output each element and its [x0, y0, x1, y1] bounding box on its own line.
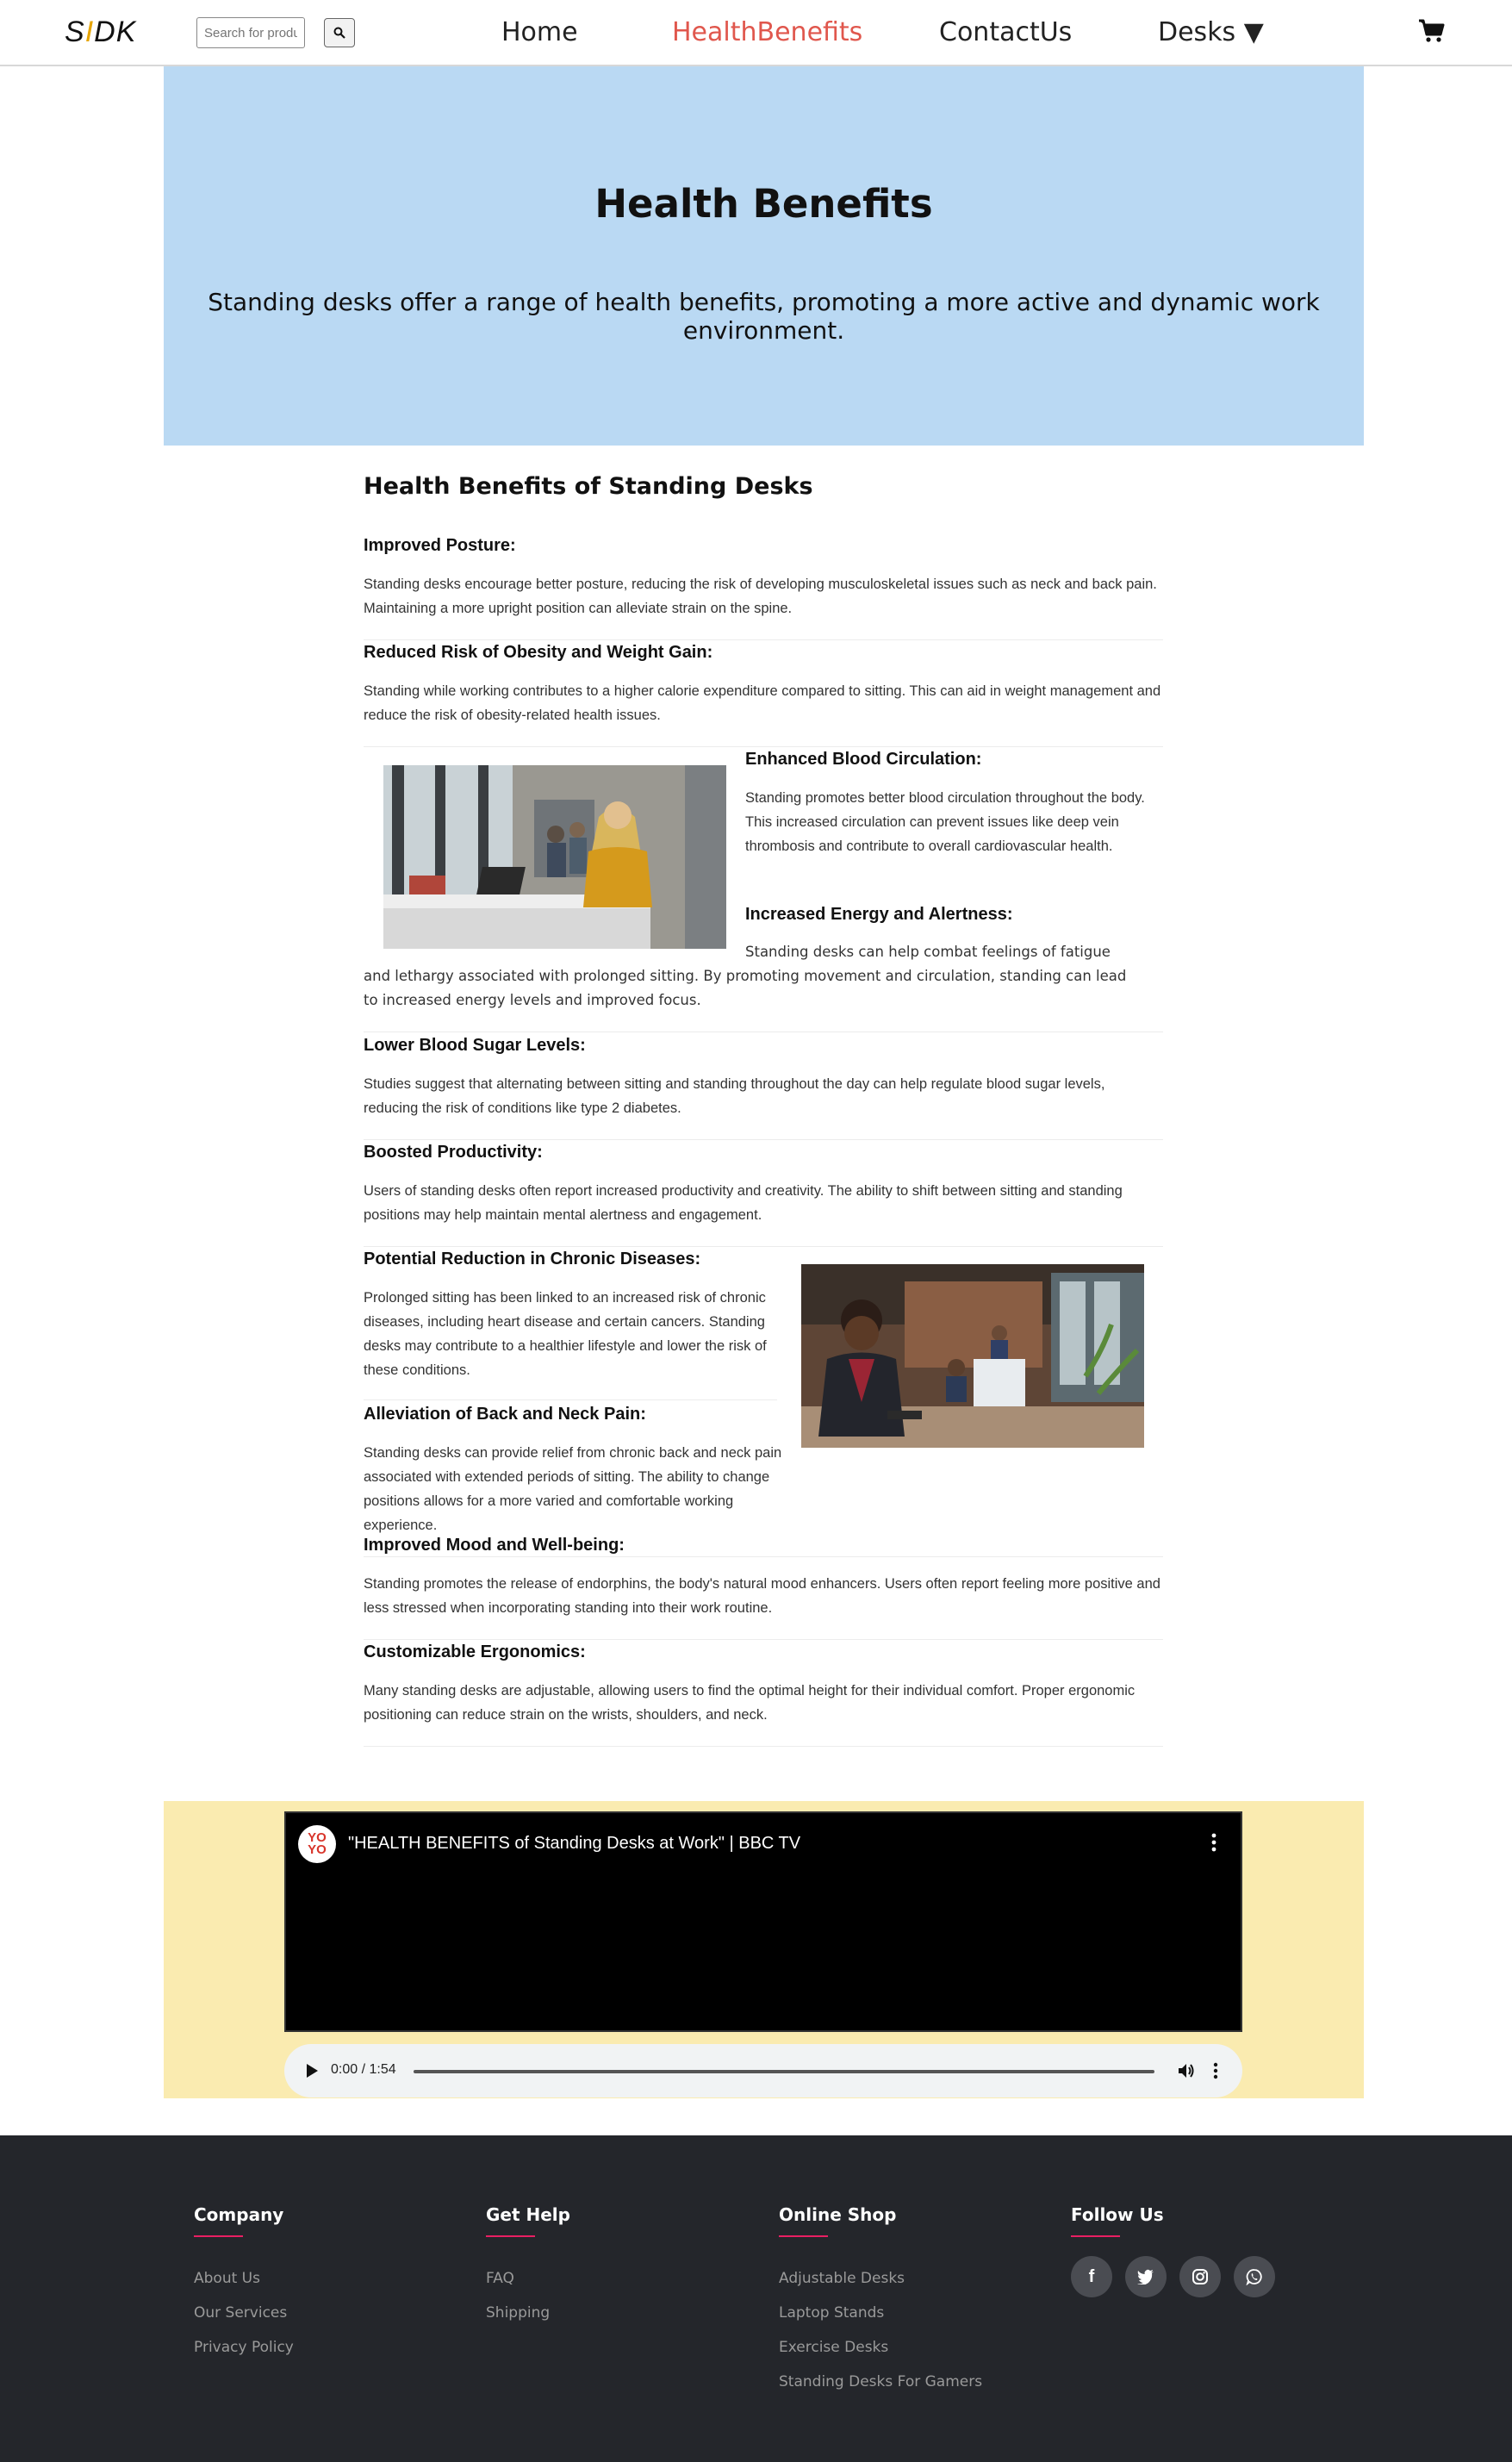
benefit-title: Alleviation of Back and Neck Pain: [364, 1405, 646, 1424]
benefit-section-obesity: Reduced Risk of Obesity and Weight Gain:… [364, 641, 1163, 747]
benefit-section-ergonomics: Customizable Ergonomics: Many standing d… [364, 1641, 1163, 1747]
search-input[interactable] [196, 17, 305, 48]
cart-icon[interactable] [1418, 17, 1446, 45]
footer-col-get-help: Get Help FAQ Shipping [486, 2204, 570, 2330]
media-controls: 0:00 / 1:54 [284, 2044, 1242, 2097]
nav-health-benefits[interactable]: HealthBenefits [672, 17, 862, 47]
benefit-title: Boosted Productivity: [364, 1143, 543, 1162]
benefit-title: Improved Mood and Well-being: [364, 1536, 625, 1555]
benefit-section-energy-title: Increased Energy and Alertness: [745, 903, 1163, 941]
benefit-text: Standing promotes better blood circulati… [745, 790, 1145, 854]
benefit-text: Standing desks can help combat feelings … [364, 944, 1127, 1008]
footer-link-adjustable-desks[interactable]: Adjustable Desks [779, 2261, 982, 2296]
footer-link-about-us[interactable]: About Us [194, 2261, 294, 2296]
site-footer: Company About Us Our Services Privacy Po… [0, 2135, 1512, 2462]
logo-letters-dk: DK [94, 16, 137, 48]
footer-link-shipping[interactable]: Shipping [486, 2296, 570, 2330]
kebab-menu-icon[interactable] [1211, 1832, 1216, 1853]
benefit-text: Users of standing desks often report inc… [364, 1183, 1123, 1223]
benefit-text: Studies suggest that alternating between… [364, 1076, 1105, 1116]
footer-col-title: Get Help [486, 2204, 570, 2225]
benefit-section-chronic-diseases: Potential Reduction in Chronic Diseases:… [364, 1248, 777, 1400]
social-links: f [1071, 2256, 1275, 2297]
footer-col-title: Follow Us [1071, 2204, 1164, 2225]
footer-link-privacy-policy[interactable]: Privacy Policy [194, 2330, 294, 2365]
footer-link-laptop-stands[interactable]: Laptop Stands [779, 2296, 982, 2330]
benefit-title: Enhanced Blood Circulation: [745, 750, 982, 769]
search-button[interactable] [324, 18, 355, 47]
benefit-text: Many standing desks are adjustable, allo… [364, 1683, 1136, 1723]
nav-home[interactable]: Home [501, 17, 578, 47]
search-icon [333, 27, 345, 39]
whatsapp-icon[interactable] [1234, 2256, 1275, 2297]
benefit-section-productivity: Boosted Productivity: Users of standing … [364, 1141, 1163, 1247]
footer-col-follow-us: Follow Us f [1071, 2204, 1275, 2297]
footer-col-title: Company [194, 2204, 284, 2225]
benefit-section-mood: Improved Mood and Well-being: Standing p… [364, 1534, 1163, 1640]
facebook-icon[interactable]: f [1071, 2256, 1112, 2297]
benefits-heading: Health Benefits of Standing Desks [364, 473, 813, 500]
navbar: SIDK Home HealthBenefits ContactUs Desks… [0, 0, 1512, 66]
footer-col-online-shop: Online Shop Adjustable Desks Laptop Stan… [779, 2204, 982, 2399]
footer-underline [486, 2235, 535, 2237]
channel-avatar[interactable]: YO YO [298, 1825, 336, 1863]
footer-link-exercise-desks[interactable]: Exercise Desks [779, 2330, 982, 2365]
footer-col-title: Online Shop [779, 2204, 897, 2225]
benefit-text: Standing promotes the release of endorph… [364, 1576, 1160, 1616]
nav-desks-dropdown[interactable]: Desks ▼ [1158, 17, 1264, 47]
benefit-text: Prolonged sitting has been linked to an … [364, 1290, 767, 1378]
logo-letter-i: I [84, 16, 95, 48]
footer-underline [194, 2235, 243, 2237]
benefit-title: Potential Reduction in Chronic Diseases: [364, 1250, 701, 1268]
video-title[interactable]: "HEALTH BENEFITS of Standing Desks at Wo… [348, 1834, 800, 1854]
logo-letter-s: S [65, 16, 85, 48]
benefit-text: Standing desks can provide relief from c… [364, 1445, 782, 1533]
instagram-icon[interactable] [1179, 2256, 1221, 2297]
footer-underline [1071, 2235, 1120, 2237]
hero-subtitle: Standing desks offer a range of health b… [208, 288, 1320, 345]
footer-col-company: Company About Us Our Services Privacy Po… [194, 2204, 294, 2365]
twitter-icon[interactable] [1125, 2256, 1167, 2297]
volume-icon[interactable] [1177, 2061, 1196, 2080]
benefit-text: Standing desks encourage better posture,… [364, 577, 1157, 616]
more-options-icon[interactable] [1213, 2061, 1218, 2080]
benefit-section-posture: Improved Posture: Standing desks encoura… [364, 534, 1163, 640]
benefit-section-circulation: Enhanced Blood Circulation: Standing pro… [745, 748, 1163, 858]
woman-standing-desk-image [383, 765, 726, 949]
video-player[interactable]: YO YO "HEALTH BENEFITS of Standing Desks… [284, 1811, 1242, 2032]
benefit-title: Customizable Ergonomics: [364, 1642, 586, 1661]
footer-link-faq[interactable]: FAQ [486, 2261, 570, 2296]
progress-slider[interactable] [414, 2070, 1154, 2073]
benefit-section-blood-sugar: Lower Blood Sugar Levels: Studies sugges… [364, 1034, 1163, 1140]
footer-underline [779, 2235, 828, 2237]
benefit-title: Increased Energy and Alertness: [745, 905, 1013, 924]
playback-time: 0:00 / 1:54 [331, 2062, 396, 2077]
benefit-title: Improved Posture: [364, 536, 516, 555]
benefit-section-energy: Standing desks can help combat feelings … [364, 940, 1163, 1032]
page-title: Health Benefits [594, 181, 933, 227]
benefit-title: Lower Blood Sugar Levels: [364, 1036, 586, 1055]
benefit-title: Reduced Risk of Obesity and Weight Gain: [364, 643, 713, 662]
nav-contact-us[interactable]: ContactUs [939, 17, 1072, 47]
hero-banner: Health Benefits Standing desks offer a r… [164, 66, 1364, 446]
footer-link-gaming-desks[interactable]: Standing Desks For Gamers [779, 2365, 982, 2399]
benefit-text: Standing while working contributes to a … [364, 683, 1161, 723]
site-logo[interactable]: SIDK [65, 16, 136, 49]
play-icon[interactable] [305, 2063, 319, 2079]
footer-link-our-services[interactable]: Our Services [194, 2296, 294, 2330]
channel-avatar-bottom: YO [308, 1842, 327, 1857]
